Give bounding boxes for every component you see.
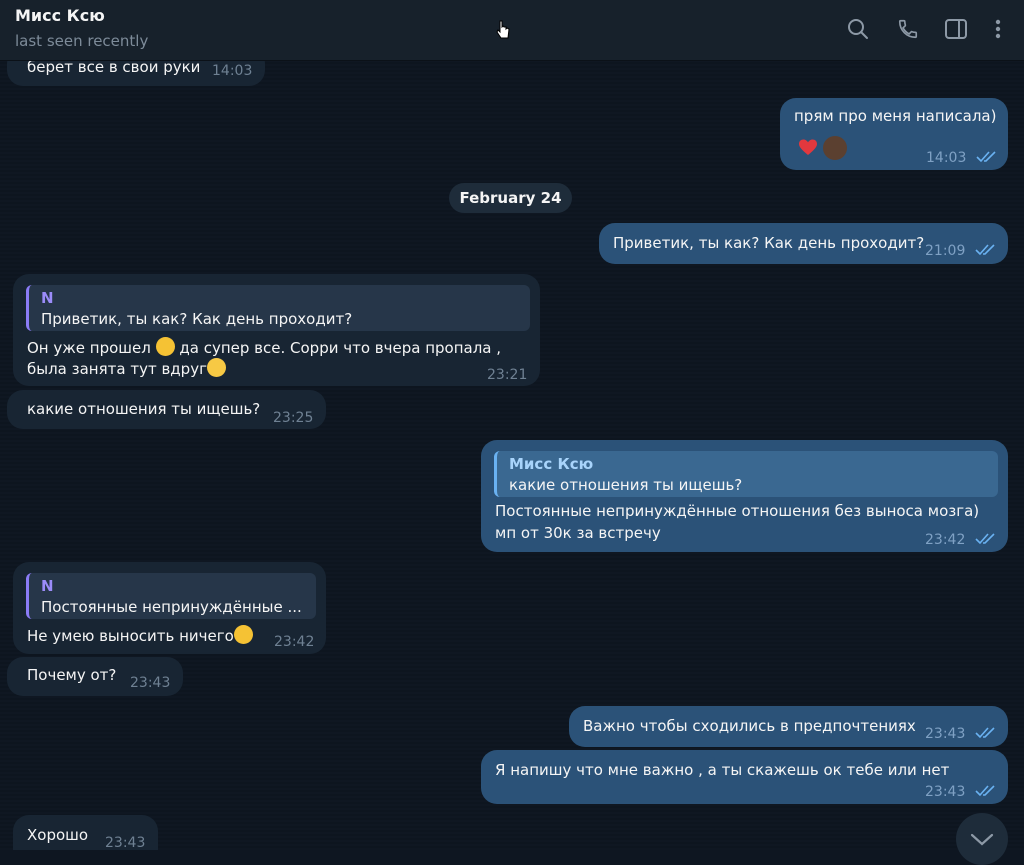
sidebar-toggle-icon[interactable] (943, 16, 969, 42)
message-bubble-incoming[interactable]: берет все в свои руки 14:03 (7, 60, 265, 86)
message-text-line: была занята тут вдруг (27, 358, 226, 380)
message-list[interactable]: берет все в свои руки 14:03 прям про мен… (0, 60, 1024, 850)
read-checkmark-icon (975, 785, 995, 797)
reply-author: Мисс Ксю (509, 455, 594, 473)
message-text-line: Постоянные непринуждённые отношения без … (495, 502, 980, 520)
message-time: 23:43 (925, 726, 966, 742)
more-options-icon[interactable] (985, 16, 1011, 42)
reply-quote[interactable]: N Постоянные непринуждённые ... (26, 573, 316, 619)
chevron-down-icon (970, 833, 994, 846)
message-text: Приветик, ты как? Как день проходит? (613, 234, 925, 252)
message-time: 14:03 (212, 63, 253, 79)
message-bubble-incoming[interactable]: Хорошо 23:43 (13, 815, 158, 850)
reply-author: N (41, 289, 54, 307)
read-checkmark-icon (975, 533, 995, 545)
mouse-cursor-icon (496, 20, 510, 39)
message-text-line: Он уже прошел да супер все. Сорри что вч… (27, 337, 502, 357)
message-bubble-incoming[interactable]: N Приветик, ты как? Как день проходит? О… (13, 274, 540, 386)
message-time: 23:42 (925, 532, 966, 548)
message-time: 14:03 (926, 150, 967, 166)
heart-reaction-icon[interactable] (798, 138, 818, 158)
message-time: 23:43 (105, 835, 146, 850)
reply-text: Постоянные непринуждённые ... (41, 598, 302, 616)
message-text-line: Не умею выносить ничего (27, 625, 253, 647)
reply-author: N (41, 577, 54, 595)
message-bubble-incoming[interactable]: Почему от? 23:43 (7, 657, 183, 696)
sunglasses-emoji-icon (233, 625, 253, 644)
search-icon[interactable] (845, 16, 871, 42)
message-time: 21:09 (925, 243, 966, 259)
message-text-line: мп от 30к за встречу (495, 524, 661, 542)
message-bubble-incoming[interactable]: какие отношения ты ищешь? 23:25 (7, 390, 326, 429)
message-text: Почему от? (27, 666, 117, 684)
message-text: прям про меня написала) (794, 107, 997, 125)
message-bubble-outgoing[interactable]: Я напишу что мне важно , а ты скажешь ок… (481, 750, 1008, 804)
chat-status: last seen recently (15, 32, 149, 50)
reaction-avatar (822, 135, 848, 161)
message-text: какие отношения ты ищешь? (27, 400, 261, 418)
message-bubble-outgoing[interactable]: Мисс Ксю какие отношения ты ищешь? Посто… (481, 440, 1008, 552)
date-separator: February 24 (449, 183, 572, 213)
reply-quote[interactable]: N Приветик, ты как? Как день проходит? (26, 285, 530, 331)
chat-header: Мисс Ксю last seen recently (0, 0, 1024, 61)
message-text: Хорошо (27, 826, 89, 844)
read-checkmark-icon (975, 727, 995, 739)
reply-text: Приветик, ты как? Как день проходит? (41, 310, 353, 328)
message-bubble-outgoing[interactable]: Важно чтобы сходились в предпочтениях 23… (569, 706, 1008, 747)
message-text: берет все в свои руки (27, 60, 201, 76)
message-bubble-outgoing[interactable]: прям про меня написала) 14:03 (780, 98, 1008, 170)
message-bubble-incoming[interactable]: N Постоянные непринуждённые ... Не умею … (13, 562, 326, 654)
read-checkmark-icon (975, 244, 995, 256)
message-text: Я напишу что мне важно , а ты скажешь ок… (495, 761, 950, 779)
message-time: 23:43 (925, 784, 966, 800)
reply-quote[interactable]: Мисс Ксю какие отношения ты ищешь? (494, 451, 998, 497)
scroll-to-bottom-button[interactable] (956, 813, 1008, 865)
read-checkmark-icon (976, 151, 996, 163)
message-text: Важно чтобы сходились в предпочтениях (583, 717, 916, 735)
message-time: 23:42 (274, 634, 315, 650)
chat-title[interactable]: Мисс Ксю (15, 6, 105, 25)
laughing-emoji-icon (155, 337, 175, 356)
phone-icon[interactable] (895, 16, 921, 42)
shushing-emoji-icon (206, 358, 226, 377)
message-time: 23:21 (487, 367, 528, 383)
reply-text: какие отношения ты ищешь? (509, 476, 743, 494)
message-bubble-outgoing[interactable]: Приветик, ты как? Как день проходит? 21:… (599, 223, 1008, 264)
message-time: 23:25 (273, 410, 314, 426)
message-time: 23:43 (130, 675, 171, 691)
